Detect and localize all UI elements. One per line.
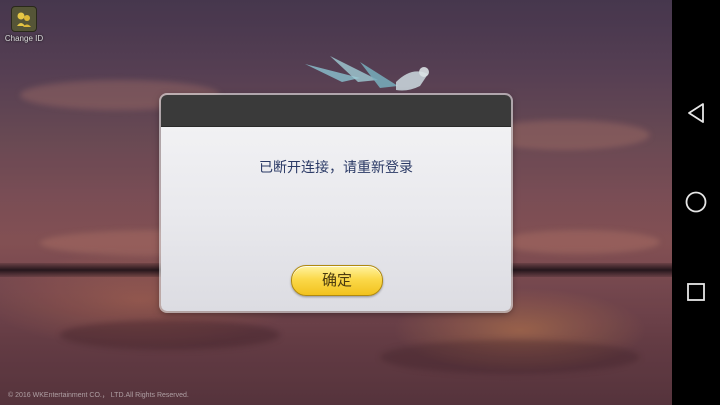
back-button[interactable]: [684, 101, 708, 125]
dialog-header: [161, 95, 511, 127]
dialog-message: 已断开连接，请重新登录: [259, 160, 413, 176]
android-nav-bar: [672, 0, 720, 405]
recents-button[interactable]: [684, 280, 708, 304]
square-recents-icon: [687, 283, 705, 301]
game-background: Change ID © 2016 WKEntertainment CO.， LT…: [0, 0, 672, 405]
screen: Change ID © 2016 WKEntertainment CO.， LT…: [0, 0, 720, 405]
circle-home-icon: [685, 191, 707, 213]
home-button[interactable]: [684, 190, 708, 214]
triangle-back-icon: [688, 103, 704, 123]
confirm-button[interactable]: 确定: [291, 265, 383, 296]
disconnect-dialog: 已断开连接，请重新登录 确定: [161, 95, 511, 311]
